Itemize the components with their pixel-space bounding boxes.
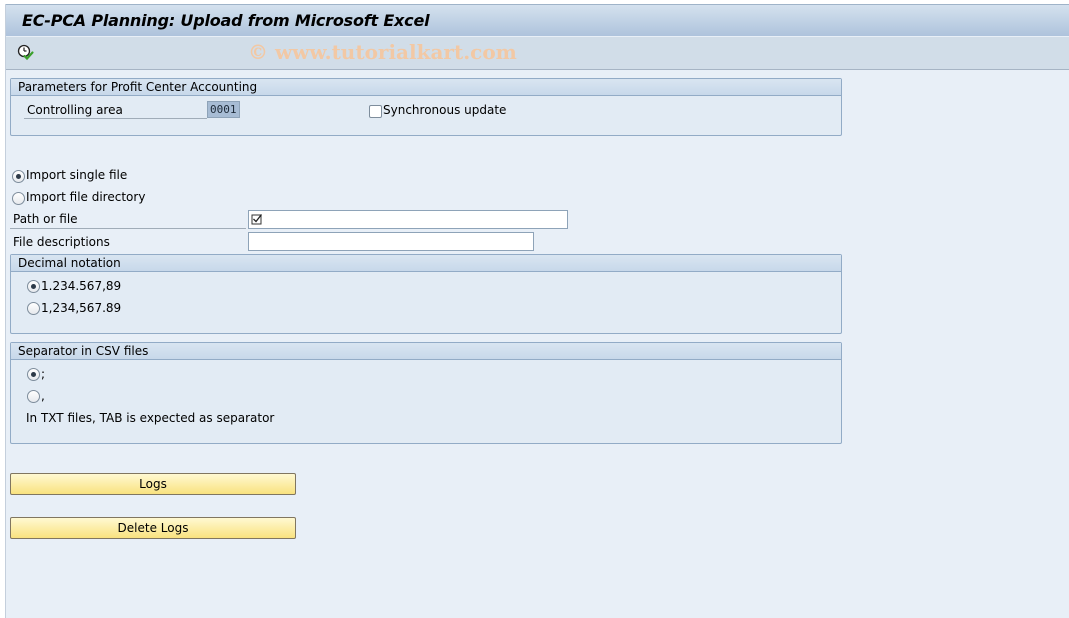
decimal-comma-radio[interactable]: [27, 280, 40, 293]
decimal-point-label: 1,234,567.89: [41, 301, 122, 315]
import-single-file-radio[interactable]: [12, 170, 25, 183]
execute-icon[interactable]: [17, 44, 35, 62]
separator-semicolon-label: ;: [41, 367, 46, 381]
decimal-comma-label: 1.234.567,89: [41, 279, 122, 293]
txt-separator-note: In TXT files, TAB is expected as separat…: [26, 411, 275, 425]
sap-window: EC-PCA Planning: Upload from Microsoft E…: [5, 4, 1069, 618]
csv-separator-group: Separator in CSV files ; , In TXT files,…: [10, 342, 842, 444]
file-descriptions-label: File descriptions: [13, 235, 110, 249]
synchronous-update-checkbox[interactable]: [369, 105, 382, 118]
title-bar: EC-PCA Planning: Upload from Microsoft E…: [6, 4, 1069, 36]
file-descriptions-input[interactable]: [248, 232, 534, 251]
separator-comma-radio[interactable]: [27, 390, 40, 403]
parameters-group-title: Parameters for Profit Center Accounting: [11, 79, 841, 96]
controlling-area-input[interactable]: 0001: [207, 101, 240, 118]
logs-button[interactable]: Logs: [10, 473, 296, 495]
csv-separator-title: Separator in CSV files: [11, 343, 841, 360]
watermark-text: © www.tutorialkart.com: [248, 40, 517, 64]
decimal-notation-title: Decimal notation: [11, 255, 841, 272]
f4-help-icon[interactable]: [251, 213, 263, 228]
controlling-area-label: Controlling area: [24, 103, 207, 119]
decimal-point-radio[interactable]: [27, 302, 40, 315]
import-file-directory-label: Import file directory: [26, 190, 146, 204]
path-or-file-label: Path or file: [10, 212, 246, 229]
separator-semicolon-radio[interactable]: [27, 368, 40, 381]
import-single-file-label: Import single file: [26, 168, 128, 182]
parameters-group: Parameters for Profit Center Accounting …: [10, 78, 842, 136]
synchronous-update-label: Synchronous update: [383, 103, 507, 117]
page-title: EC-PCA Planning: Upload from Microsoft E…: [22, 11, 430, 30]
path-or-file-input[interactable]: [248, 210, 568, 229]
separator-comma-label: ,: [41, 389, 45, 403]
application-toolbar: © www.tutorialkart.com: [6, 37, 1069, 70]
import-file-directory-radio[interactable]: [12, 192, 25, 205]
decimal-notation-group: Decimal notation 1.234.567,89 1,234,567.…: [10, 254, 842, 334]
delete-logs-button[interactable]: Delete Logs: [10, 517, 296, 539]
